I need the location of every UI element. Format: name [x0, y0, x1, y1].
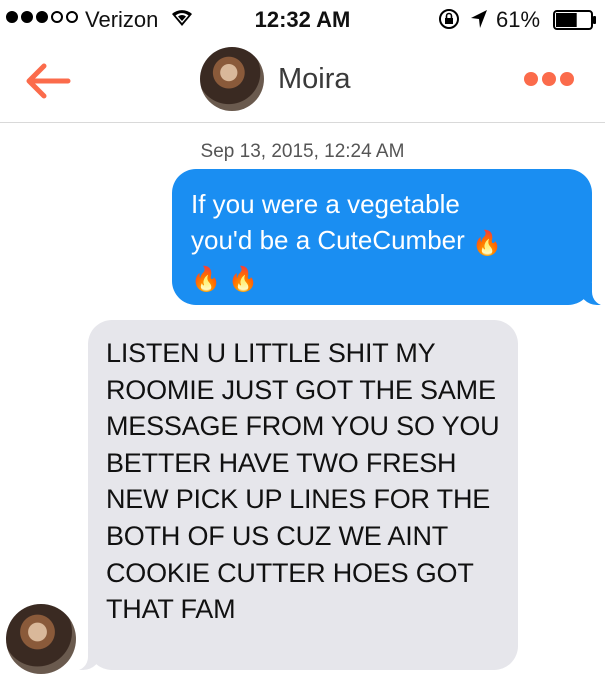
chat-header: Moira [0, 40, 605, 123]
battery-percentage: 61% [496, 7, 541, 32]
fire-emoji-icon: 🔥 [228, 266, 259, 293]
outgoing-message-line: you'd be a CuteCumber [191, 225, 465, 255]
outgoing-message-text: If you were a vegetable you'd be a CuteC… [191, 186, 586, 294]
location-arrow-icon [471, 10, 487, 28]
outgoing-message-bubble[interactable]: If you were a vegetable you'd be a CuteC… [172, 169, 605, 306]
contact-name[interactable]: Moira [278, 63, 351, 96]
back-arrow-icon[interactable] [24, 62, 72, 100]
status-bar: Verizon 12:32 AM 61% [0, 0, 605, 40]
sender-avatar[interactable] [6, 604, 76, 674]
outgoing-message-line: If you were a vegetable [191, 189, 460, 219]
contact-avatar[interactable] [200, 47, 264, 111]
message-timestamp: Sep 13, 2015, 12:24 AM [200, 141, 405, 162]
rotation-lock-icon [439, 9, 459, 29]
incoming-message-text: LISTEN U LITTLE SHIT MY ROOMIE JUST GOT … [106, 338, 500, 625]
fire-emoji-icon: 🔥 [472, 230, 502, 257]
more-options-icon[interactable] [524, 72, 574, 86]
incoming-message-bubble[interactable]: LISTEN U LITTLE SHIT MY ROOMIE JUST GOT … [66, 320, 518, 671]
fire-emoji-icon: 🔥 [191, 266, 221, 293]
battery-icon [553, 10, 596, 30]
